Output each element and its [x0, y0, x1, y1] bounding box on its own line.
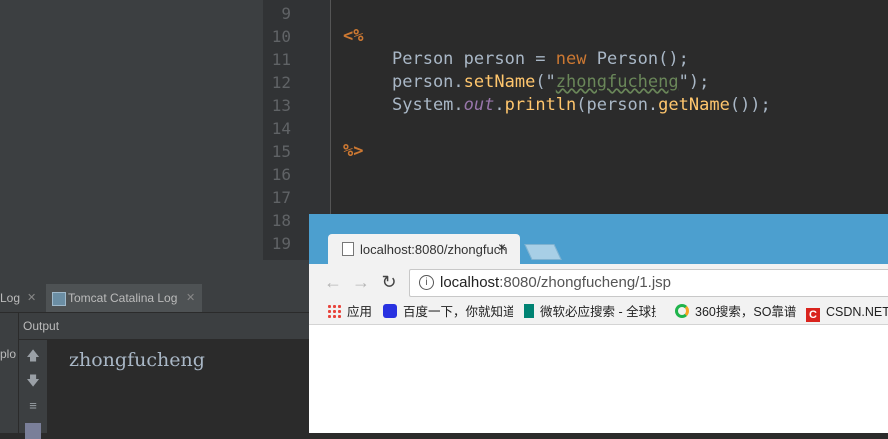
baidu-paw-icon — [383, 304, 397, 318]
page-icon — [342, 242, 354, 256]
output-text: zhongfucheng — [69, 349, 205, 371]
jsp-open-tag: <% — [343, 26, 364, 46]
browser-toolbar: ← → ↻ i localhost:8080/zhongfucheng/1.js… — [309, 264, 888, 300]
back-arrow-icon[interactable]: ← — [323, 272, 343, 292]
tool-window-titlebar — [0, 260, 310, 285]
line-number: 9 — [281, 4, 291, 23]
code-line-13: System.out.println(person.getName()); — [392, 95, 771, 115]
line-number: 10 — [271, 27, 291, 46]
close-icon[interactable]: × — [498, 239, 506, 255]
arrow-down-icon[interactable]: 🡇 — [25, 373, 41, 389]
bing-icon — [524, 304, 534, 318]
browser-tab[interactable]: localhost:8080/zhongfucheng/1.jsp × — [328, 234, 520, 264]
line-number: 12 — [271, 73, 291, 92]
line-number: 19 — [271, 234, 291, 253]
left-strip: plo — [0, 313, 19, 433]
url-path: :8080/zhongfucheng/1.jsp — [499, 274, 672, 291]
line-number: 18 — [271, 211, 291, 230]
url-host: localhost — [440, 274, 500, 291]
bookmark-apps[interactable]: 应用 — [327, 303, 372, 321]
reload-icon[interactable]: ↻ — [379, 272, 399, 292]
soft-wrap-icon[interactable]: ≡ — [25, 398, 41, 414]
line-number: 16 — [271, 165, 291, 184]
bookmark-csdn[interactable]: C CSDN.NET — [806, 303, 888, 322]
jsp-close-tag: %> — [343, 141, 364, 161]
line-number: 14 — [271, 119, 291, 138]
output-console[interactable]: zhongfucheng — [48, 340, 310, 433]
line-number: 13 — [271, 96, 291, 115]
bookmark-baidu[interactable]: 百度一下，你就知道 — [383, 303, 513, 321]
code-line-11: Person person = new Person(); — [392, 49, 689, 69]
so360-icon — [675, 304, 689, 318]
close-icon[interactable]: ✕ — [27, 284, 36, 312]
browser-content[interactable] — [309, 325, 888, 433]
new-tab-button[interactable] — [524, 244, 562, 260]
apps-grid-icon — [327, 304, 341, 318]
address-bar[interactable]: i localhost:8080/zhongfucheng/1.jsp — [409, 269, 888, 297]
info-icon[interactable]: i — [419, 275, 434, 290]
browser-tab-bar: localhost:8080/zhongfucheng/1.jsp × — [309, 214, 888, 264]
close-icon[interactable]: ✕ — [186, 284, 195, 312]
scroll-to-end-icon[interactable] — [25, 423, 41, 439]
line-number: 17 — [271, 188, 291, 207]
csdn-icon: C — [806, 308, 820, 322]
tab-tomcat-catalina-log[interactable]: Tomcat Catalina Log ✕ — [46, 284, 202, 312]
tool-window-tabs: Log ✕ Tomcat Catalina Log ✕ — [0, 284, 310, 313]
browser-window: localhost:8080/zhongfucheng/1.jsp × ← → … — [309, 214, 888, 433]
log-icon — [52, 292, 66, 306]
project-panel — [0, 0, 263, 260]
tab-log[interactable]: Log ✕ — [0, 284, 44, 312]
line-number: 15 — [271, 142, 291, 161]
bookmark-bing[interactable]: 微软必应搜索 - 全球搜 — [524, 303, 656, 321]
output-header: Output — [19, 313, 310, 340]
code-line-12: person.setName("zhongfucheng"); — [392, 72, 710, 92]
forward-arrow-icon[interactable]: → — [351, 272, 371, 292]
arrow-up-icon[interactable]: 🡅 — [25, 348, 41, 364]
browser-tab-title: localhost:8080/zhongfucheng/1.jsp — [360, 242, 508, 257]
bookmarks-bar: 应用 百度一下，你就知道 微软必应搜索 - 全球搜 360搜索，SO靠谱 C CS… — [309, 300, 888, 325]
bookmark-360[interactable]: 360搜索，SO靠谱 — [675, 303, 796, 321]
line-number: 11 — [271, 50, 291, 69]
output-toolbar: 🡅 🡇 ≡ — [19, 340, 47, 439]
